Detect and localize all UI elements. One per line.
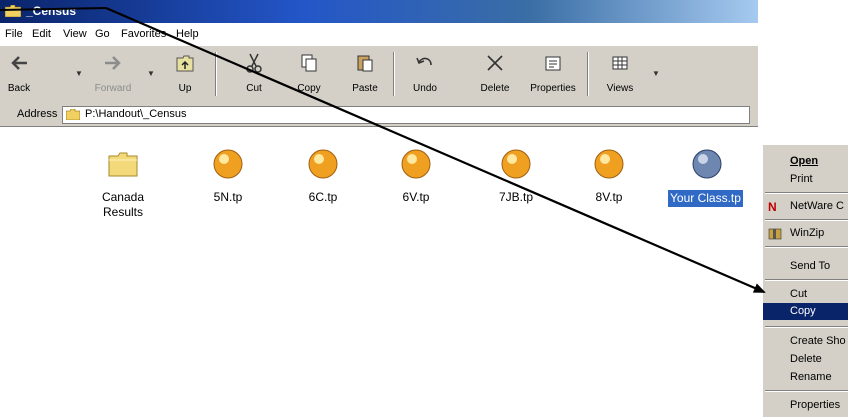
instruction-arrow-overlay <box>0 6 766 294</box>
pointer-line <box>0 7 107 11</box>
instruction-arrow <box>105 6 766 294</box>
